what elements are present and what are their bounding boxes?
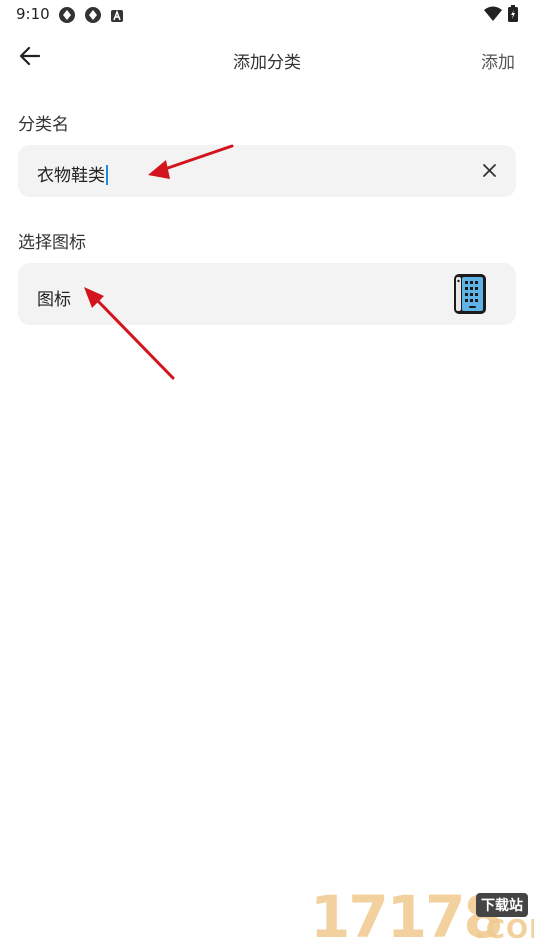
status-right-icons xyxy=(484,5,518,26)
icon-field-label: 图标 xyxy=(37,290,71,310)
category-name-value: 衣物鞋类 xyxy=(37,166,105,186)
annotation-arrows xyxy=(84,144,234,380)
add-button[interactable]: 添加 xyxy=(481,48,515,73)
clear-button[interactable] xyxy=(480,162,498,180)
watermark-domain: .COM xyxy=(475,915,534,945)
watermark-tag: 下载站 xyxy=(476,893,528,917)
category-name-input[interactable]: 衣物鞋类 xyxy=(37,161,108,186)
category-name-label: 分类名 xyxy=(18,115,69,135)
network-icon xyxy=(58,6,76,28)
icon-selector[interactable]: 图标 xyxy=(18,263,516,325)
app-bar: 添加分类 添加 xyxy=(0,36,534,80)
watermark-digits: 17178 xyxy=(310,883,504,951)
watermark-logo: 17178 下载站 .COM xyxy=(310,885,534,950)
battery-icon xyxy=(508,5,518,26)
status-bar: 9:10 xyxy=(0,0,534,28)
phone-icon xyxy=(452,273,488,315)
status-left-icons xyxy=(58,6,124,28)
wifi-icon xyxy=(484,6,502,26)
close-icon xyxy=(482,162,496,181)
select-icon-label: 选择图标 xyxy=(18,233,86,253)
status-time: 9:10 xyxy=(16,5,50,23)
page-title: 添加分类 xyxy=(233,53,301,73)
network-icon xyxy=(84,6,102,28)
a-icon xyxy=(110,8,124,27)
text-caret xyxy=(106,165,108,185)
category-name-field[interactable]: 衣物鞋类 xyxy=(18,145,516,197)
